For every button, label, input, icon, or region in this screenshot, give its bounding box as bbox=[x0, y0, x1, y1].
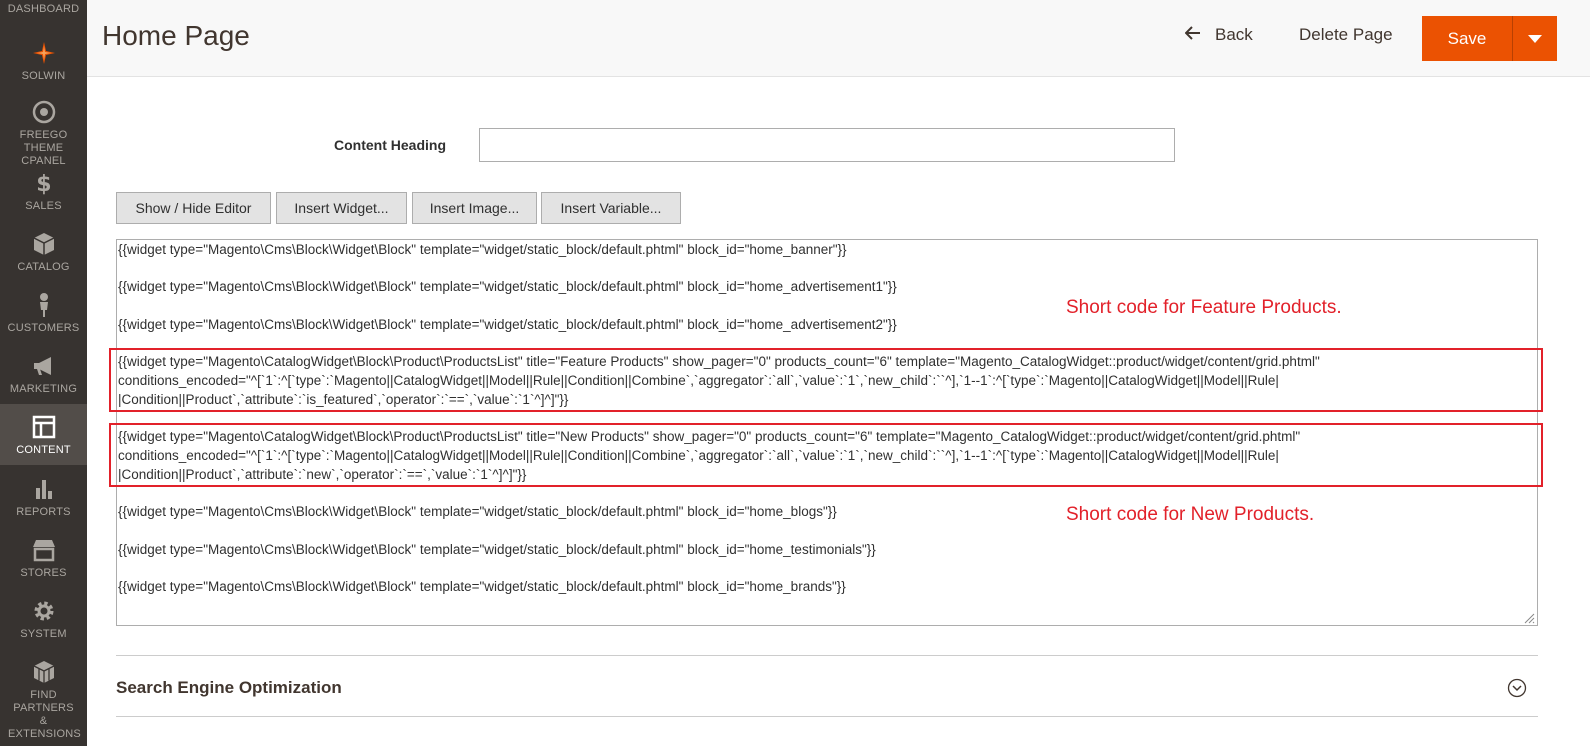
sidebar-item-marketing[interactable]: MARKETING bbox=[0, 353, 87, 396]
code-line-home-banner: {{widget type="Magento\Cms\Block\Widget\… bbox=[118, 242, 847, 257]
solwin-logo-icon bbox=[0, 40, 87, 66]
sidebar-item-label: SYSTEM bbox=[20, 628, 67, 640]
sidebar-item-label: CUSTOMERS bbox=[7, 322, 80, 334]
sidebar-item-label: STORES bbox=[20, 567, 67, 579]
chevron-down-icon[interactable] bbox=[1507, 678, 1527, 703]
code-line-home-blogs: {{widget type="Magento\Cms\Block\Widget\… bbox=[118, 504, 837, 519]
dollar-icon: $ bbox=[0, 170, 87, 196]
sidebar-item-label: CATALOG bbox=[17, 261, 70, 273]
sidebar-item-label: FREEGO THEME CPANEL bbox=[19, 129, 68, 167]
megaphone-icon bbox=[0, 353, 87, 379]
admin-sidebar: DASHBOARD SOLWIN FREEGO THEME CPANEL $ S… bbox=[0, 0, 87, 746]
insert-image-button[interactable]: Insert Image... bbox=[412, 192, 537, 224]
sidebar-item-dashboard[interactable]: DASHBOARD bbox=[0, 3, 87, 16]
save-options-toggle[interactable] bbox=[1512, 16, 1557, 61]
sidebar-item-label: CONTENT bbox=[16, 444, 71, 456]
code-line-feature-products-2: conditions_encoded="^[`1`:^[`type`:`Mage… bbox=[118, 373, 1279, 388]
code-line-new-products-2: conditions_encoded="^[`1`:^[`type`:`Mage… bbox=[118, 448, 1279, 463]
code-line-feature-products-1: {{widget type="Magento\CatalogWidget\Blo… bbox=[118, 354, 1320, 369]
insert-widget-button[interactable]: Insert Widget... bbox=[276, 192, 407, 224]
back-button[interactable]: Back bbox=[1184, 25, 1253, 45]
arrow-left-icon bbox=[1184, 25, 1201, 45]
person-icon bbox=[0, 292, 87, 318]
cubes-icon bbox=[8, 659, 79, 685]
code-line-new-products-3: |Condition||Product`,`attribute`:`new`,`… bbox=[118, 467, 527, 482]
sidebar-item-label: FIND PARTNERS & EXTENSIONS bbox=[8, 689, 81, 740]
code-line-home-testimonials: {{widget type="Magento\Cms\Block\Widget\… bbox=[118, 542, 876, 557]
content-heading-input[interactable] bbox=[479, 128, 1175, 162]
new-products-annotation: Short code for New Products. bbox=[1066, 504, 1315, 525]
page-header: Home Page Back Delete Page Save bbox=[87, 0, 1590, 77]
sidebar-item-label: SOLWIN bbox=[21, 70, 66, 82]
back-button-label: Back bbox=[1215, 25, 1253, 44]
sidebar-item-sales[interactable]: $ SALES bbox=[0, 170, 87, 213]
sidebar-item-stores[interactable]: STORES bbox=[0, 537, 87, 580]
sidebar-item-system[interactable]: SYSTEM bbox=[0, 598, 87, 641]
sidebar-item-label: REPORTS bbox=[16, 506, 71, 518]
sidebar-item-catalog[interactable]: CATALOG bbox=[0, 231, 87, 274]
feature-products-annotation: Short code for Feature Products. bbox=[1066, 297, 1342, 318]
store-icon bbox=[0, 537, 87, 563]
insert-variable-button[interactable]: Insert Variable... bbox=[541, 192, 681, 224]
seo-section-title[interactable]: Search Engine Optimization bbox=[116, 678, 342, 698]
gear-icon bbox=[0, 598, 87, 624]
section-divider bbox=[116, 716, 1538, 717]
layout-icon bbox=[0, 414, 87, 440]
code-line-home-advertisement2: {{widget type="Magento\Cms\Block\Widget\… bbox=[118, 317, 897, 332]
sidebar-item-label: SALES bbox=[25, 200, 62, 212]
save-button[interactable]: Save bbox=[1422, 16, 1512, 61]
code-line-home-advertisement1: {{widget type="Magento\Cms\Block\Widget\… bbox=[118, 279, 897, 294]
sidebar-item-reports[interactable]: REPORTS bbox=[0, 476, 87, 519]
box-icon bbox=[0, 231, 87, 257]
sidebar-item-customers[interactable]: CUSTOMERS bbox=[0, 292, 87, 335]
bar-chart-icon bbox=[0, 476, 87, 502]
code-line-home-brands: {{widget type="Magento\Cms\Block\Widget\… bbox=[118, 579, 846, 594]
page-title: Home Page bbox=[102, 20, 250, 51]
show-hide-editor-button[interactable]: Show / Hide Editor bbox=[116, 192, 271, 224]
chevron-down-icon bbox=[1528, 31, 1542, 46]
sidebar-item-freego-theme-cpanel[interactable]: FREEGO THEME CPANEL bbox=[0, 99, 87, 168]
resize-handle-icon[interactable] bbox=[1523, 611, 1535, 629]
sidebar-item-find-partners[interactable]: FIND PARTNERS & EXTENSIONS bbox=[0, 659, 87, 741]
delete-page-button[interactable]: Delete Page bbox=[1299, 25, 1393, 45]
sidebar-item-content[interactable]: CONTENT bbox=[0, 404, 87, 465]
content-heading-label: Content Heading bbox=[334, 137, 446, 153]
code-line-feature-products-3: |Condition||Product`,`attribute`:`is_fea… bbox=[118, 392, 569, 407]
sidebar-item-label: DASHBOARD bbox=[7, 3, 80, 15]
svg-text:$: $ bbox=[36, 172, 52, 196]
sidebar-item-label: MARKETING bbox=[9, 383, 78, 395]
sidebar-item-solwin[interactable]: SOLWIN bbox=[0, 40, 87, 83]
target-icon bbox=[0, 99, 87, 125]
section-divider bbox=[116, 655, 1538, 656]
save-button-group: Save bbox=[1422, 16, 1557, 61]
code-line-new-products-1: {{widget type="Magento\CatalogWidget\Blo… bbox=[118, 429, 1301, 444]
